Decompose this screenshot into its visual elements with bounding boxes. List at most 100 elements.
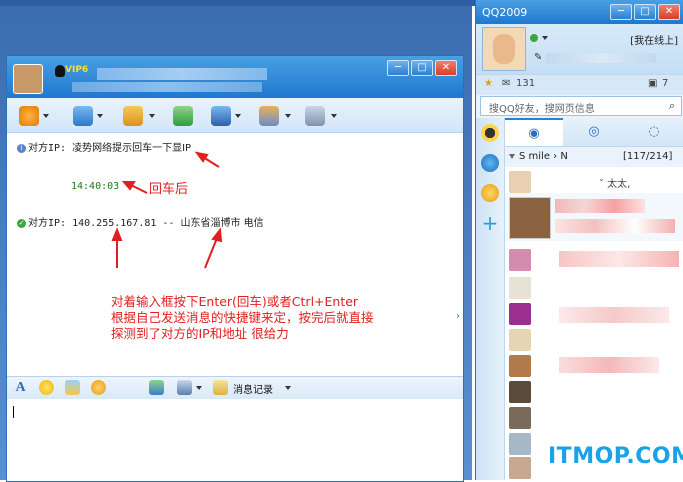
emoji-icon[interactable] bbox=[39, 380, 54, 395]
close-button[interactable]: ✕ bbox=[435, 60, 457, 76]
chat-toolbar bbox=[7, 98, 463, 133]
add-icon[interactable]: + bbox=[481, 213, 499, 233]
contact-group-header[interactable]: S mile › N [117/214] bbox=[505, 148, 683, 166]
minimize-button[interactable]: ─ bbox=[387, 60, 409, 76]
tab-contacts-icon[interactable]: ◉ bbox=[505, 118, 563, 146]
screenshot-icon[interactable] bbox=[177, 380, 192, 395]
qzone-icon[interactable] bbox=[481, 154, 499, 172]
blurred-name bbox=[555, 199, 645, 213]
user-avatar[interactable] bbox=[482, 27, 526, 71]
signature-blurred[interactable] bbox=[546, 53, 656, 63]
input-toolbar: A 消息记录 bbox=[7, 376, 463, 400]
blurred-name bbox=[559, 357, 659, 373]
chat-window: VIP6 ─ □ ✕ i 对方IP: 凌势网络提示回车一下显IP 14:40:03… bbox=[6, 55, 464, 482]
annotation-arrows bbox=[111, 151, 223, 269]
tab-recent-icon[interactable]: ◌ bbox=[625, 118, 683, 146]
online-status-icon[interactable] bbox=[530, 34, 538, 42]
qq-main-panel: QQ2009 ─ □ ✕ [我在线上] ✎ ★ ✉ 131 ▣ 7 搜QQ好友，… bbox=[475, 0, 683, 480]
file-transfer-icon[interactable] bbox=[123, 106, 143, 126]
message-record-button[interactable]: 消息记录 bbox=[233, 381, 273, 396]
friend-avatar[interactable] bbox=[509, 171, 531, 193]
search-input[interactable]: 搜QQ好友，搜网页信息 ⌕ bbox=[480, 96, 682, 116]
qq-title: QQ2009 bbox=[482, 6, 528, 19]
close-button[interactable]: ✕ bbox=[658, 4, 680, 20]
qq-titlebar[interactable]: QQ2009 ─ □ ✕ bbox=[476, 0, 683, 24]
message-input[interactable] bbox=[7, 399, 463, 481]
arrow-to-location bbox=[204, 237, 218, 269]
message-record-icon[interactable] bbox=[213, 380, 228, 395]
arrow-head bbox=[211, 227, 223, 243]
contact-avatar[interactable] bbox=[13, 64, 43, 94]
text-caret bbox=[13, 406, 14, 418]
friend-avatar[interactable] bbox=[509, 433, 531, 455]
settings-gear-icon[interactable] bbox=[305, 106, 325, 126]
qq-side-nav: + bbox=[476, 118, 505, 480]
group-name: S mile › N bbox=[519, 151, 568, 162]
friend-avatar[interactable] bbox=[509, 303, 531, 325]
avatar-face bbox=[493, 34, 515, 64]
blurred-signature bbox=[555, 219, 675, 233]
qq-tabs: ◉ ◎ ◌ bbox=[505, 118, 683, 147]
apps-icon[interactable] bbox=[173, 106, 193, 126]
qq-penguin-icon[interactable] bbox=[481, 124, 499, 142]
remote-assist-icon[interactable] bbox=[211, 106, 231, 126]
watermark-logo: ITMOP.COM bbox=[548, 444, 683, 469]
chevron-down-icon[interactable] bbox=[542, 36, 548, 40]
chevron-down-icon[interactable] bbox=[149, 114, 155, 118]
blurred-name bbox=[559, 251, 679, 267]
status-text: [我在线上] bbox=[630, 36, 678, 47]
friend-avatar bbox=[509, 197, 551, 239]
friend-avatar[interactable] bbox=[509, 381, 531, 403]
friend-avatar[interactable] bbox=[509, 407, 531, 429]
qq-quick-bar: ★ ✉ 131 ▣ 7 bbox=[476, 74, 683, 95]
shake-window-icon[interactable] bbox=[91, 380, 106, 395]
friend-row-selected[interactable] bbox=[505, 193, 683, 241]
send-image-icon[interactable] bbox=[149, 380, 164, 395]
notify-icon[interactable]: ▣ bbox=[648, 78, 657, 89]
chat-window-controls: ─ □ ✕ bbox=[387, 60, 457, 76]
friend-avatar[interactable] bbox=[509, 355, 531, 377]
chevron-down-icon[interactable] bbox=[285, 386, 291, 390]
chevron-down-icon[interactable] bbox=[331, 114, 337, 118]
group-count: [117/214] bbox=[623, 151, 673, 162]
star-icon[interactable]: ★ bbox=[484, 78, 493, 89]
mail-icon[interactable]: ✉ bbox=[502, 78, 510, 89]
maximize-button[interactable]: □ bbox=[411, 60, 433, 76]
friend-avatar[interactable] bbox=[509, 249, 531, 271]
voice-call-icon[interactable] bbox=[73, 106, 93, 126]
video-call-icon[interactable] bbox=[19, 106, 39, 126]
chevron-down-icon bbox=[509, 154, 515, 159]
signature-icon: ✎ bbox=[534, 52, 543, 63]
notify-count: 7 bbox=[662, 78, 669, 89]
chat-titlebar[interactable]: VIP6 ─ □ ✕ bbox=[7, 56, 463, 98]
friend-avatar[interactable] bbox=[509, 277, 531, 299]
chevron-down-icon[interactable] bbox=[43, 114, 49, 118]
font-icon[interactable]: A bbox=[13, 380, 28, 395]
minimize-button[interactable]: ─ bbox=[610, 4, 632, 20]
magic-expression-icon[interactable] bbox=[65, 380, 80, 395]
blurred-name bbox=[559, 307, 669, 323]
chevron-down-icon[interactable] bbox=[97, 114, 103, 118]
friend-avatar[interactable] bbox=[509, 457, 531, 479]
search-placeholder: 搜QQ好友，搜网页信息 bbox=[489, 104, 595, 115]
mail-count: 131 bbox=[516, 78, 536, 89]
vip-badge: VIP6 bbox=[65, 65, 89, 75]
chevron-down-icon[interactable] bbox=[235, 114, 241, 118]
tab-groups-icon[interactable]: ◎ bbox=[565, 118, 623, 146]
contact-signature-blurred bbox=[72, 82, 262, 92]
chevron-down-icon[interactable] bbox=[285, 114, 291, 118]
search-icon[interactable]: ⌕ bbox=[669, 99, 675, 113]
qq-window-controls: ─ □ ✕ bbox=[610, 4, 680, 20]
sidebar-expand-icon[interactable]: › bbox=[456, 311, 460, 322]
arrow-to-timestamp bbox=[130, 184, 148, 194]
friend-avatar[interactable] bbox=[509, 329, 531, 351]
maximize-button[interactable]: □ bbox=[634, 4, 656, 20]
pet-icon[interactable] bbox=[481, 184, 499, 202]
chevron-down-icon[interactable] bbox=[196, 386, 202, 390]
friend-signature: ˇ 太太, bbox=[599, 179, 631, 190]
games-icon[interactable] bbox=[259, 106, 279, 126]
qq-profile-header: [我在线上] ✎ bbox=[476, 24, 683, 74]
contact-name-blurred bbox=[97, 68, 267, 80]
message-history: i 对方IP: 凌势网络提示回车一下显IP 14:40:03 ✓ 对方IP: 140… bbox=[7, 133, 455, 376]
arrow-head bbox=[121, 181, 136, 191]
